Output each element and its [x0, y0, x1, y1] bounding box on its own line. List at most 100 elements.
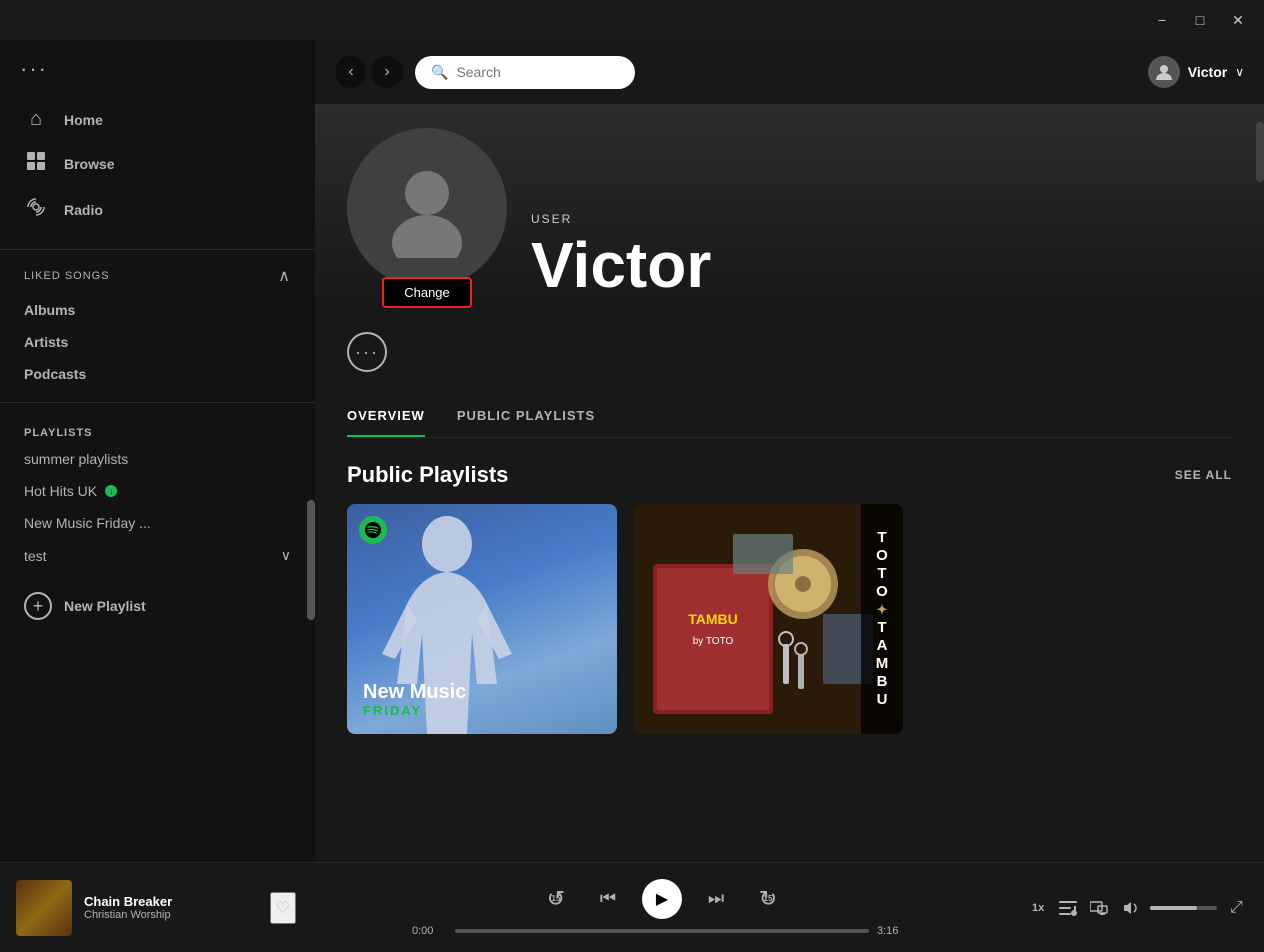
section-header: Public Playlists SEE ALL — [347, 462, 1232, 488]
home-icon: ⌂ — [24, 108, 48, 131]
tabs: OVERVIEW PUBLIC PLAYLISTS — [347, 396, 1232, 438]
new-playlist-label: New Playlist — [64, 598, 146, 614]
sidebar-item-artists[interactable]: Artists — [0, 326, 315, 358]
toto-text-column: T O T O ✦ T A M B U — [861, 504, 903, 734]
search-icon: 🔍 — [431, 64, 448, 81]
playlist-item-hot-hits[interactable]: Hot Hits UK ↓ — [0, 475, 315, 507]
progress-bar[interactable] — [455, 929, 869, 933]
user-section[interactable]: Victor ∨ — [1148, 56, 1244, 88]
collapse-arrow[interactable]: ∧ — [278, 266, 291, 286]
track-artist: Christian Worship — [84, 909, 258, 921]
library-sub-items: Albums Artists Podcasts — [0, 290, 315, 394]
devices-button[interactable] — [1088, 894, 1111, 922]
topbar: ‹ › 🔍 Victor ∨ — [315, 40, 1264, 104]
sidebar-library: Liked Songs ∧ Albums Artists Podcasts PL… — [0, 258, 315, 862]
sidebar-item-podcasts[interactable]: Podcasts — [0, 358, 315, 390]
search-input[interactable] — [456, 64, 596, 80]
card-title-text: New Music — [363, 681, 466, 703]
player: Chain Breaker Christian Worship ♡ ↺ 15 ⏮… — [0, 862, 1264, 952]
queue-button[interactable] — [1056, 894, 1079, 922]
chevron-down-icon: ∨ — [1235, 65, 1244, 79]
nav-arrows: ‹ › — [335, 56, 403, 88]
see-all-button[interactable]: SEE ALL — [1175, 468, 1232, 482]
card-title-new-music: New Music FRIDAY — [363, 681, 466, 718]
volume-bar[interactable] — [1150, 906, 1217, 910]
close-button[interactable]: ✕ — [1220, 4, 1256, 36]
playlist-item-new-music-friday[interactable]: New Music Friday ... — [0, 507, 315, 539]
player-controls: ↺ 15 ⏮ ▶ ⏭ ↻ 15 0:00 3:16 — [296, 879, 1028, 937]
play-pause-button[interactable]: ▶ — [642, 879, 682, 919]
sidebar-item-home[interactable]: ⌂ Home — [0, 98, 315, 141]
liked-songs-label: Liked Songs — [24, 270, 110, 282]
back-button[interactable]: ‹ — [335, 56, 367, 88]
skip-forward-button[interactable]: ↻ 15 — [750, 881, 786, 917]
current-time: 0:00 — [412, 925, 447, 937]
profile-actions: ··· — [347, 332, 1232, 372]
album-art — [16, 880, 72, 936]
skip-back-button[interactable]: ↺ 15 — [538, 881, 574, 917]
sidebar-item-radio-label: Radio — [64, 202, 103, 218]
volume-fill — [1150, 906, 1197, 910]
download-icon: ↓ — [105, 485, 117, 497]
sidebar: ··· ⌂ Home Browse — [0, 40, 315, 862]
sidebar-divider-1 — [0, 249, 315, 250]
minimize-button[interactable]: − — [1144, 4, 1180, 36]
profile-info: USER Victor — [531, 212, 711, 308]
change-photo-button[interactable]: Change — [382, 277, 472, 308]
track-name: Chain Breaker — [84, 894, 258, 909]
like-button[interactable]: ♡ — [270, 892, 296, 924]
sidebar-item-albums[interactable]: Albums — [0, 294, 315, 326]
profile-header: Change USER Victor — [347, 128, 1232, 308]
app-body: ··· ⌂ Home Browse — [0, 40, 1264, 862]
title-bar: − □ ✕ — [0, 0, 1264, 40]
profile-area: Change USER Victor ··· OVERVIEW PUBLIC P… — [315, 104, 1264, 862]
user-name-label: Victor — [1188, 64, 1227, 80]
playlist-card-new-music-friday[interactable]: New Music FRIDAY — [347, 504, 617, 734]
main-scrollbar[interactable] — [1256, 122, 1264, 182]
avatar — [1148, 56, 1180, 88]
playlists-section-label: PLAYLISTS — [0, 411, 315, 443]
now-playing: Chain Breaker Christian Worship ♡ — [16, 880, 296, 936]
speed-button[interactable]: 1x — [1028, 900, 1048, 916]
profile-avatar — [347, 128, 507, 288]
main-content: ‹ › 🔍 Victor ∨ — [315, 40, 1264, 862]
progress-area: 0:00 3:16 — [412, 925, 912, 937]
plus-circle-icon: + — [24, 592, 52, 620]
playlist-item-summer[interactable]: summer playlists — [0, 443, 315, 475]
more-options-button[interactable]: ··· — [347, 332, 387, 372]
maximize-button[interactable]: □ — [1182, 4, 1218, 36]
track-info: Chain Breaker Christian Worship — [84, 894, 258, 921]
radio-icon — [24, 197, 48, 223]
sidebar-nav: ⌂ Home Browse — [0, 90, 315, 241]
tab-overview[interactable]: OVERVIEW — [347, 396, 425, 437]
sidebar-divider-2 — [0, 402, 315, 403]
search-box[interactable]: 🔍 — [415, 56, 635, 89]
sidebar-item-radio[interactable]: Radio — [0, 187, 315, 233]
playlist-item-test[interactable]: test ∨ — [0, 539, 315, 572]
next-button[interactable]: ⏭ — [698, 881, 734, 917]
user-label: USER — [531, 212, 711, 226]
sidebar-menu-dots[interactable]: ··· — [0, 40, 315, 90]
right-controls: 1x ⤢ — [1028, 894, 1248, 922]
album-thumbnail — [16, 880, 72, 936]
playlist-card-toto[interactable]: TAMBU by TOTO — [633, 504, 903, 734]
playlist-cards: New Music FRIDAY TAMBU by TOTO — [347, 504, 1232, 734]
window-controls: − □ ✕ — [1144, 4, 1256, 36]
card-subtitle-text: FRIDAY — [363, 703, 466, 718]
chevron-down-icon: ∨ — [281, 547, 291, 564]
previous-button[interactable]: ⏮ — [590, 881, 626, 917]
fullscreen-button[interactable]: ⤢ — [1225, 894, 1248, 922]
svg-text:TAMBU: TAMBU — [688, 611, 738, 627]
new-playlist-button[interactable]: + New Playlist — [0, 580, 315, 632]
sidebar-item-browse[interactable]: Browse — [0, 141, 315, 187]
volume-button[interactable] — [1119, 894, 1142, 922]
svg-text:by TOTO: by TOTO — [693, 636, 734, 647]
section-title: Public Playlists — [347, 462, 508, 488]
sidebar-scrollbar[interactable] — [307, 500, 315, 620]
library-header: Liked Songs ∧ — [0, 258, 315, 290]
forward-button[interactable]: › — [371, 56, 403, 88]
sidebar-item-browse-label: Browse — [64, 156, 115, 172]
tab-public-playlists[interactable]: PUBLIC PLAYLISTS — [457, 396, 595, 437]
browse-icon — [24, 151, 48, 177]
control-buttons: ↺ 15 ⏮ ▶ ⏭ ↻ 15 — [538, 879, 786, 919]
